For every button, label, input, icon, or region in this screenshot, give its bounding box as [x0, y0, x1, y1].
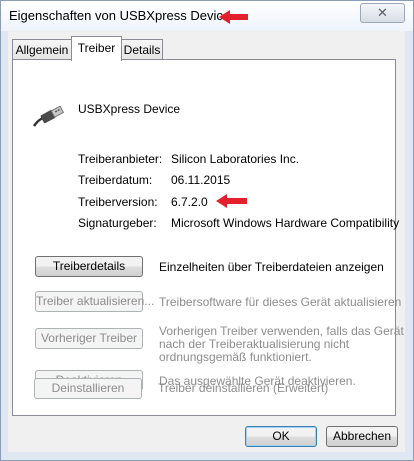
signer-label: Signaturgeber: — [78, 216, 157, 230]
provider-value: Silicon Laboratories Inc. — [171, 152, 300, 166]
date-label: Treiberdatum: — [78, 173, 153, 187]
annotation-arrow-title — [219, 10, 248, 24]
tab-treiber[interactable]: Treiber — [71, 36, 122, 61]
provider-label: Treiberanbieter: — [78, 152, 163, 166]
title-bar[interactable]: Eigenschaften von USBXpress Device ✕ — [1, 1, 413, 31]
date-value: 06.11.2015 — [171, 173, 231, 187]
update-driver-button[interactable]: Treiber aktualisieren... — [35, 291, 154, 312]
rollback-driver-button[interactable]: Vorheriger Treiber — [35, 328, 143, 349]
window-title: Eigenschaften von USBXpress Device — [9, 8, 231, 23]
device-name: USBXpress Device — [78, 102, 181, 116]
rollback-description-line-2: nach der Treiberaktualisierung nicht — [159, 337, 350, 351]
version-value: 6.7.2.0 — [171, 195, 208, 209]
tab-allgemein[interactable]: Allgemein — [12, 39, 72, 60]
driver-tab-panel: USBXpress Device Treiberanbieter: Silico… — [12, 59, 404, 416]
driver-details-button[interactable]: Treiberdetails — [35, 256, 143, 277]
driver-details-description: Einzelheiten über Treiberdateien anzeige… — [159, 260, 384, 274]
properties-dialog: Eigenschaften von USBXpress Device ✕ All… — [0, 0, 414, 461]
tab-details[interactable]: Details — [121, 39, 163, 60]
version-label: Treiberversion: — [78, 195, 158, 209]
rollback-description-line-1: Vorherigen Treiber verwenden, falls das … — [159, 324, 404, 338]
dialog-client-area: Allgemein Treiber Details USBXpress Devi… — [8, 31, 405, 452]
annotation-arrow-version — [216, 194, 247, 208]
uninstall-driver-description: Treiber deinstallieren (Erweitert) — [158, 381, 329, 395]
cancel-button[interactable]: Abbrechen — [326, 426, 398, 447]
usb-cable-icon — [32, 106, 65, 127]
ok-button[interactable]: OK — [245, 426, 317, 447]
signer-value: Microsoft Windows Hardware Compatibility — [171, 216, 400, 230]
rollback-description-line-3: ordnungsgemäß funktioniert. — [159, 350, 312, 364]
update-driver-description: Treibersoftware für dieses Gerät aktuali… — [159, 295, 402, 309]
uninstall-driver-button[interactable]: Deinstallieren — [34, 378, 142, 399]
close-button[interactable]: ✕ — [360, 3, 405, 23]
